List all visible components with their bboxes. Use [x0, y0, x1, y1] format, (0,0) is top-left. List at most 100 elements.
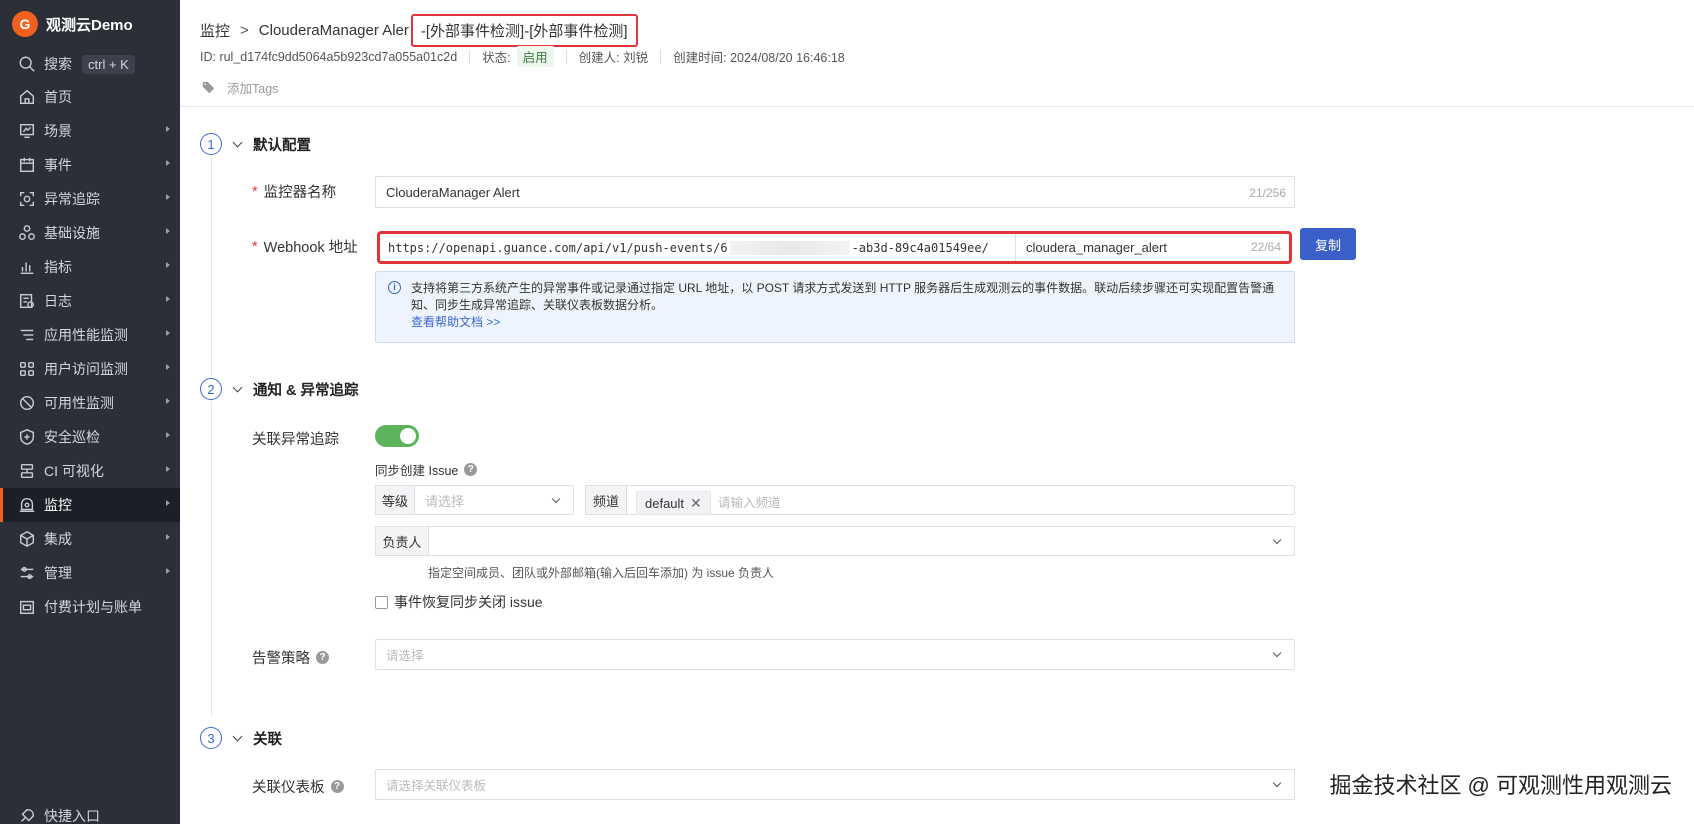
sidebar-item-label: 付费计划与账单 — [44, 599, 142, 615]
sidebar-item-home[interactable]: 首页 — [0, 80, 180, 114]
search-icon — [18, 55, 36, 73]
webhook-source-value: cloudera_manager_alert — [1026, 240, 1167, 255]
quick-entry-label: 快捷入口 — [44, 808, 100, 824]
monitor-name-counter: 21/256 — [1249, 186, 1286, 200]
sidebar-item-label: 首页 — [44, 89, 72, 105]
sidebar-item-infra[interactable]: 基础设施 — [0, 216, 180, 250]
channel-placeholder: 请输入频道 — [718, 496, 781, 510]
sidebar-item-monitor[interactable]: 监控 — [0, 488, 180, 522]
sidebar-item-label: 事件 — [44, 157, 72, 173]
sidebar-item-ci[interactable]: CI 可视化 — [0, 454, 180, 488]
webhook-field[interactable]: https://openapi.guance.com/api/v1/push-e… — [377, 231, 1292, 264]
alert-policy-select[interactable]: 请选择 — [375, 639, 1295, 670]
brand[interactable]: G 观测云Demo — [0, 0, 180, 48]
webhook-source-counter: 22/64 — [1250, 240, 1281, 254]
webhook-source-input[interactable]: cloudera_manager_alert 22/64 — [1015, 234, 1289, 261]
sidebar-item-label: 可用性监测 — [44, 395, 114, 411]
owner-select[interactable] — [428, 526, 1295, 556]
close-issue-label: 事件恢复同步关闭 issue — [394, 594, 543, 610]
level-addon: 等级 — [375, 485, 415, 515]
close-icon[interactable]: ✕ — [690, 495, 702, 512]
status-label: 状态: — [482, 51, 511, 65]
alert-policy-label: 告警策略 ? — [252, 647, 329, 668]
help-doc-link[interactable]: 查看帮助文档 >> — [411, 314, 1282, 331]
breadcrumb-root[interactable]: 监控 — [200, 20, 230, 41]
chevron-down-icon — [551, 494, 561, 504]
monitor-name-input[interactable]: ClouderaManager Alert 21/256 — [375, 176, 1295, 208]
dashboard-label-text: 关联仪表板 — [252, 780, 325, 796]
section-notify-anomaly[interactable]: 2 通知 & 异常追踪 — [200, 378, 359, 400]
sidebar-item-label: CI 可视化 — [44, 463, 104, 479]
dashboard-select[interactable]: 请选择关联仪表板 — [375, 769, 1295, 800]
redacted-segment — [729, 240, 850, 255]
sidebar-item-manage[interactable]: 管理 — [0, 556, 180, 590]
level-placeholder: 请选择 — [425, 493, 465, 509]
monitor-name-label: * 监控器名称 — [252, 181, 336, 202]
alert-policy-label-text: 告警策略 — [252, 651, 310, 667]
status-badge: 启用 — [516, 46, 554, 67]
sidebar-item-security[interactable]: 安全巡检 — [0, 420, 180, 454]
sidebar-item-billing[interactable]: 付费计划与账单 — [0, 590, 180, 624]
link-anomaly-toggle[interactable] — [375, 425, 419, 447]
sidebar-item-rum[interactable]: 用户访问监测 — [0, 352, 180, 386]
sidebar-item-log[interactable]: 日志 — [0, 284, 180, 318]
apm-icon — [18, 326, 36, 344]
rum-icon — [18, 360, 36, 378]
sidebar-item-label: 指标 — [44, 259, 72, 275]
chevron-right-icon — [166, 194, 170, 200]
sidebar-item-availability[interactable]: 可用性监测 — [0, 386, 180, 420]
billing-icon — [18, 598, 36, 616]
chevron-right-icon — [166, 500, 170, 506]
section-association[interactable]: 3 关联 — [200, 727, 282, 749]
webhook-label: * Webhook 地址 — [252, 236, 358, 257]
event-icon — [18, 156, 36, 174]
chevron-down-icon — [232, 137, 243, 147]
chevron-right-icon — [166, 330, 170, 336]
sidebar-item-label: 应用性能监测 — [44, 327, 128, 343]
chevron-right-icon — [166, 364, 170, 370]
section-title: 关联 — [253, 731, 282, 748]
link-anomaly-label: 关联异常追踪 — [252, 432, 339, 448]
chevron-right-icon — [166, 398, 170, 404]
chevron-down-icon — [1272, 648, 1282, 658]
sidebar-item-scene[interactable]: 场景 — [0, 114, 180, 148]
sidebar-item-integration[interactable]: 集成 — [0, 522, 180, 556]
scene-icon — [18, 122, 36, 140]
close-issue-checkbox[interactable] — [375, 595, 388, 609]
help-icon[interactable]: ? — [330, 780, 344, 793]
chevron-right-icon — [166, 160, 170, 166]
brand-logo: G — [12, 11, 38, 37]
webhook-url[interactable]: https://openapi.guance.com/api/v1/push-e… — [380, 240, 1015, 255]
sidebar-item-label: 基础设施 — [44, 225, 100, 241]
ci-icon — [18, 462, 36, 480]
section-default-config[interactable]: 1 默认配置 — [200, 133, 311, 155]
rule-id: ID: rul_d174fc9dd5064a5b923cd7a055a01c2d — [200, 49, 458, 64]
help-icon[interactable]: ? — [316, 651, 329, 664]
watermark: 掘金技术社区 @ 可观测性用观测云 — [1329, 773, 1672, 798]
sidebar-item-metrics[interactable]: 指标 — [0, 250, 180, 284]
sidebar-item-apm[interactable]: 应用性能监测 — [0, 318, 180, 352]
sidebar-search[interactable]: 搜索 ctrl + K — [0, 48, 180, 80]
channel-tag[interactable]: default ✕ — [636, 491, 711, 515]
close-issue-checkbox-row[interactable]: 事件恢复同步关闭 issue — [375, 592, 543, 612]
required-mark: * — [252, 183, 258, 200]
monitor-name-value: ClouderaManager Alert — [386, 184, 520, 200]
chevron-down-icon — [1272, 778, 1282, 788]
header-divider — [180, 106, 1694, 107]
owner-hint: 指定空间成员、团队或外部邮箱(输入后回车添加) 为 issue 负责人 — [428, 566, 775, 580]
sidebar-item-label: 日志 — [44, 293, 72, 309]
meta-divider — [469, 49, 471, 64]
copy-button[interactable]: 复制 — [1300, 228, 1356, 260]
add-tags[interactable]: 添加Tags — [202, 78, 278, 97]
level-select[interactable]: 请选择 — [414, 485, 574, 515]
dashboard-placeholder: 请选择关联仪表板 — [386, 779, 487, 793]
page-title: ClouderaManager Aler — [258, 22, 409, 39]
sidebar-item-label: 安全巡检 — [44, 429, 100, 445]
sidebar-item-event[interactable]: 事件 — [0, 148, 180, 182]
step-number: 3 — [200, 727, 222, 749]
sidebar-item-anomaly[interactable]: 异常追踪 — [0, 182, 180, 216]
help-icon[interactable]: ? — [464, 463, 478, 476]
chevron-right-icon — [166, 568, 170, 574]
quick-entry[interactable]: 快捷入口 — [18, 806, 100, 824]
chevron-right-icon — [166, 432, 170, 438]
